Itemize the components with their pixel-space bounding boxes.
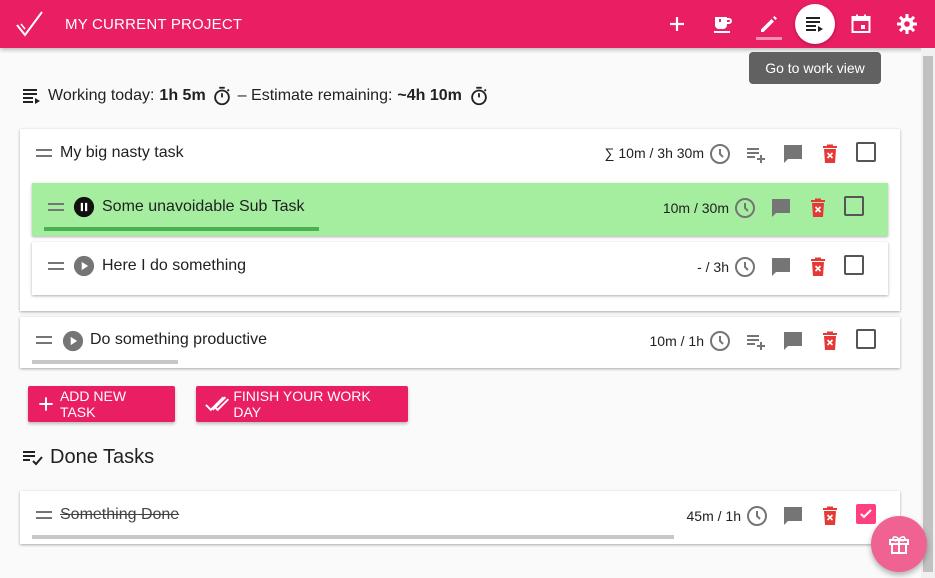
done-tasks-heading: Done Tasks <box>20 444 154 470</box>
stopwatch-icon <box>471 86 487 106</box>
comment-icon[interactable] <box>769 196 793 220</box>
subtask-title[interactable]: Some unavoidable Sub Task <box>102 198 305 216</box>
done-list-icon <box>23 451 43 466</box>
task-card-productive[interactable]: Do something productive 10m / 1h <box>20 317 900 368</box>
done-checkbox[interactable] <box>844 255 864 275</box>
work-view-icon[interactable] <box>795 4 835 44</box>
task-time: ∑ 10m / 3h 30m <box>604 145 704 161</box>
task-card-big-nasty[interactable]: My big nasty task ∑ 10m / 3h 30m Some un… <box>20 129 900 311</box>
done-checkbox[interactable] <box>856 142 876 162</box>
comment-icon[interactable] <box>781 329 805 353</box>
comment-icon[interactable] <box>769 255 793 279</box>
working-today-value: 1h 5m <box>159 87 206 104</box>
task-title[interactable]: My big nasty task <box>60 144 184 162</box>
subtask-progress-bar <box>44 227 319 231</box>
scrollbar-thumb[interactable] <box>923 56 933 572</box>
check-icon <box>860 509 872 519</box>
work-summary: Working today: 1h 5m – Estimate remainin… <box>20 84 490 108</box>
project-title[interactable]: MY CURRENT PROJECT <box>65 16 242 33</box>
subtask-card[interactable]: Here I do something - / 3h <box>32 242 888 295</box>
pause-icon[interactable] <box>73 196 95 218</box>
done-task-time: 45m / 1h <box>686 508 741 524</box>
comment-icon[interactable] <box>781 504 805 528</box>
done-checkbox[interactable] <box>844 196 864 216</box>
calendar-icon[interactable] <box>841 4 881 44</box>
drag-handle-icon[interactable] <box>36 149 52 157</box>
add-new-task-label: ADD NEW TASK <box>59 388 127 420</box>
drag-handle-icon[interactable] <box>36 336 52 344</box>
subtask-time: 10m / 30m <box>662 200 729 216</box>
delete-icon[interactable] <box>806 255 830 279</box>
comment-icon[interactable] <box>781 142 805 166</box>
estimate-value: ~4h 10m <box>397 87 462 104</box>
drag-handle-icon[interactable] <box>36 511 52 519</box>
done-tasks-title: Done Tasks <box>50 445 155 468</box>
clock-icon[interactable] <box>733 255 757 279</box>
clock-icon[interactable] <box>733 196 757 220</box>
done-task-progress-bar <box>32 535 674 539</box>
done-task-card[interactable]: Something Done 45m / 1h <box>20 491 900 544</box>
clock-icon[interactable] <box>745 504 769 528</box>
delete-icon[interactable] <box>818 504 842 528</box>
delete-icon[interactable] <box>818 329 842 353</box>
stopwatch-icon <box>213 86 230 106</box>
done-checkbox[interactable] <box>856 329 876 349</box>
top-bar: MY CURRENT PROJECT <box>0 0 935 48</box>
task-progress-bar <box>32 360 178 364</box>
estimate-label: – Estimate remaining: <box>237 87 393 104</box>
add-subtask-icon[interactable] <box>744 329 768 353</box>
add-new-task-button[interactable]: ADD NEW TASK <box>28 386 175 422</box>
gift-icon <box>889 536 909 554</box>
task-time: 10m / 1h <box>649 333 704 349</box>
done-checkbox-checked[interactable] <box>856 504 876 524</box>
done-task-title[interactable]: Something Done <box>60 506 179 524</box>
subtask-time: - / 3h <box>697 259 729 275</box>
task-title[interactable]: Do something productive <box>90 331 267 349</box>
fab-button[interactable] <box>871 516 927 572</box>
add-task-icon[interactable] <box>657 4 697 44</box>
clock-icon[interactable] <box>708 329 732 353</box>
work-view-tooltip: Go to work view <box>749 52 881 84</box>
task-row[interactable]: My big nasty task ∑ 10m / 3h 30m <box>20 129 900 177</box>
settings-icon[interactable] <box>887 4 927 44</box>
active-indicator <box>756 37 782 40</box>
coffee-break-icon[interactable] <box>703 4 743 44</box>
clock-icon[interactable] <box>708 142 732 166</box>
drag-handle-icon[interactable] <box>48 203 64 211</box>
play-icon[interactable] <box>62 330 84 352</box>
subtask-title[interactable]: Here I do something <box>102 257 246 275</box>
play-icon[interactable] <box>73 255 95 277</box>
add-subtask-icon[interactable] <box>744 142 768 166</box>
scrollbar[interactable] <box>921 48 935 578</box>
delete-icon[interactable] <box>806 196 830 220</box>
delete-icon[interactable] <box>818 142 842 166</box>
finish-work-day-label: FINISH YOUR WORK DAY <box>233 388 371 420</box>
finish-work-day-button[interactable]: FINISH YOUR WORK DAY <box>196 386 408 422</box>
add-icon <box>39 397 53 411</box>
done-all-icon <box>205 396 230 412</box>
subtask-card-active[interactable]: Some unavoidable Sub Task 10m / 30m <box>32 183 888 236</box>
edit-icon[interactable] <box>749 4 789 44</box>
working-today-label: Working today: <box>48 87 155 104</box>
app-logo-icon[interactable] <box>15 10 45 38</box>
work-list-icon <box>23 89 40 104</box>
drag-handle-icon[interactable] <box>48 262 64 270</box>
